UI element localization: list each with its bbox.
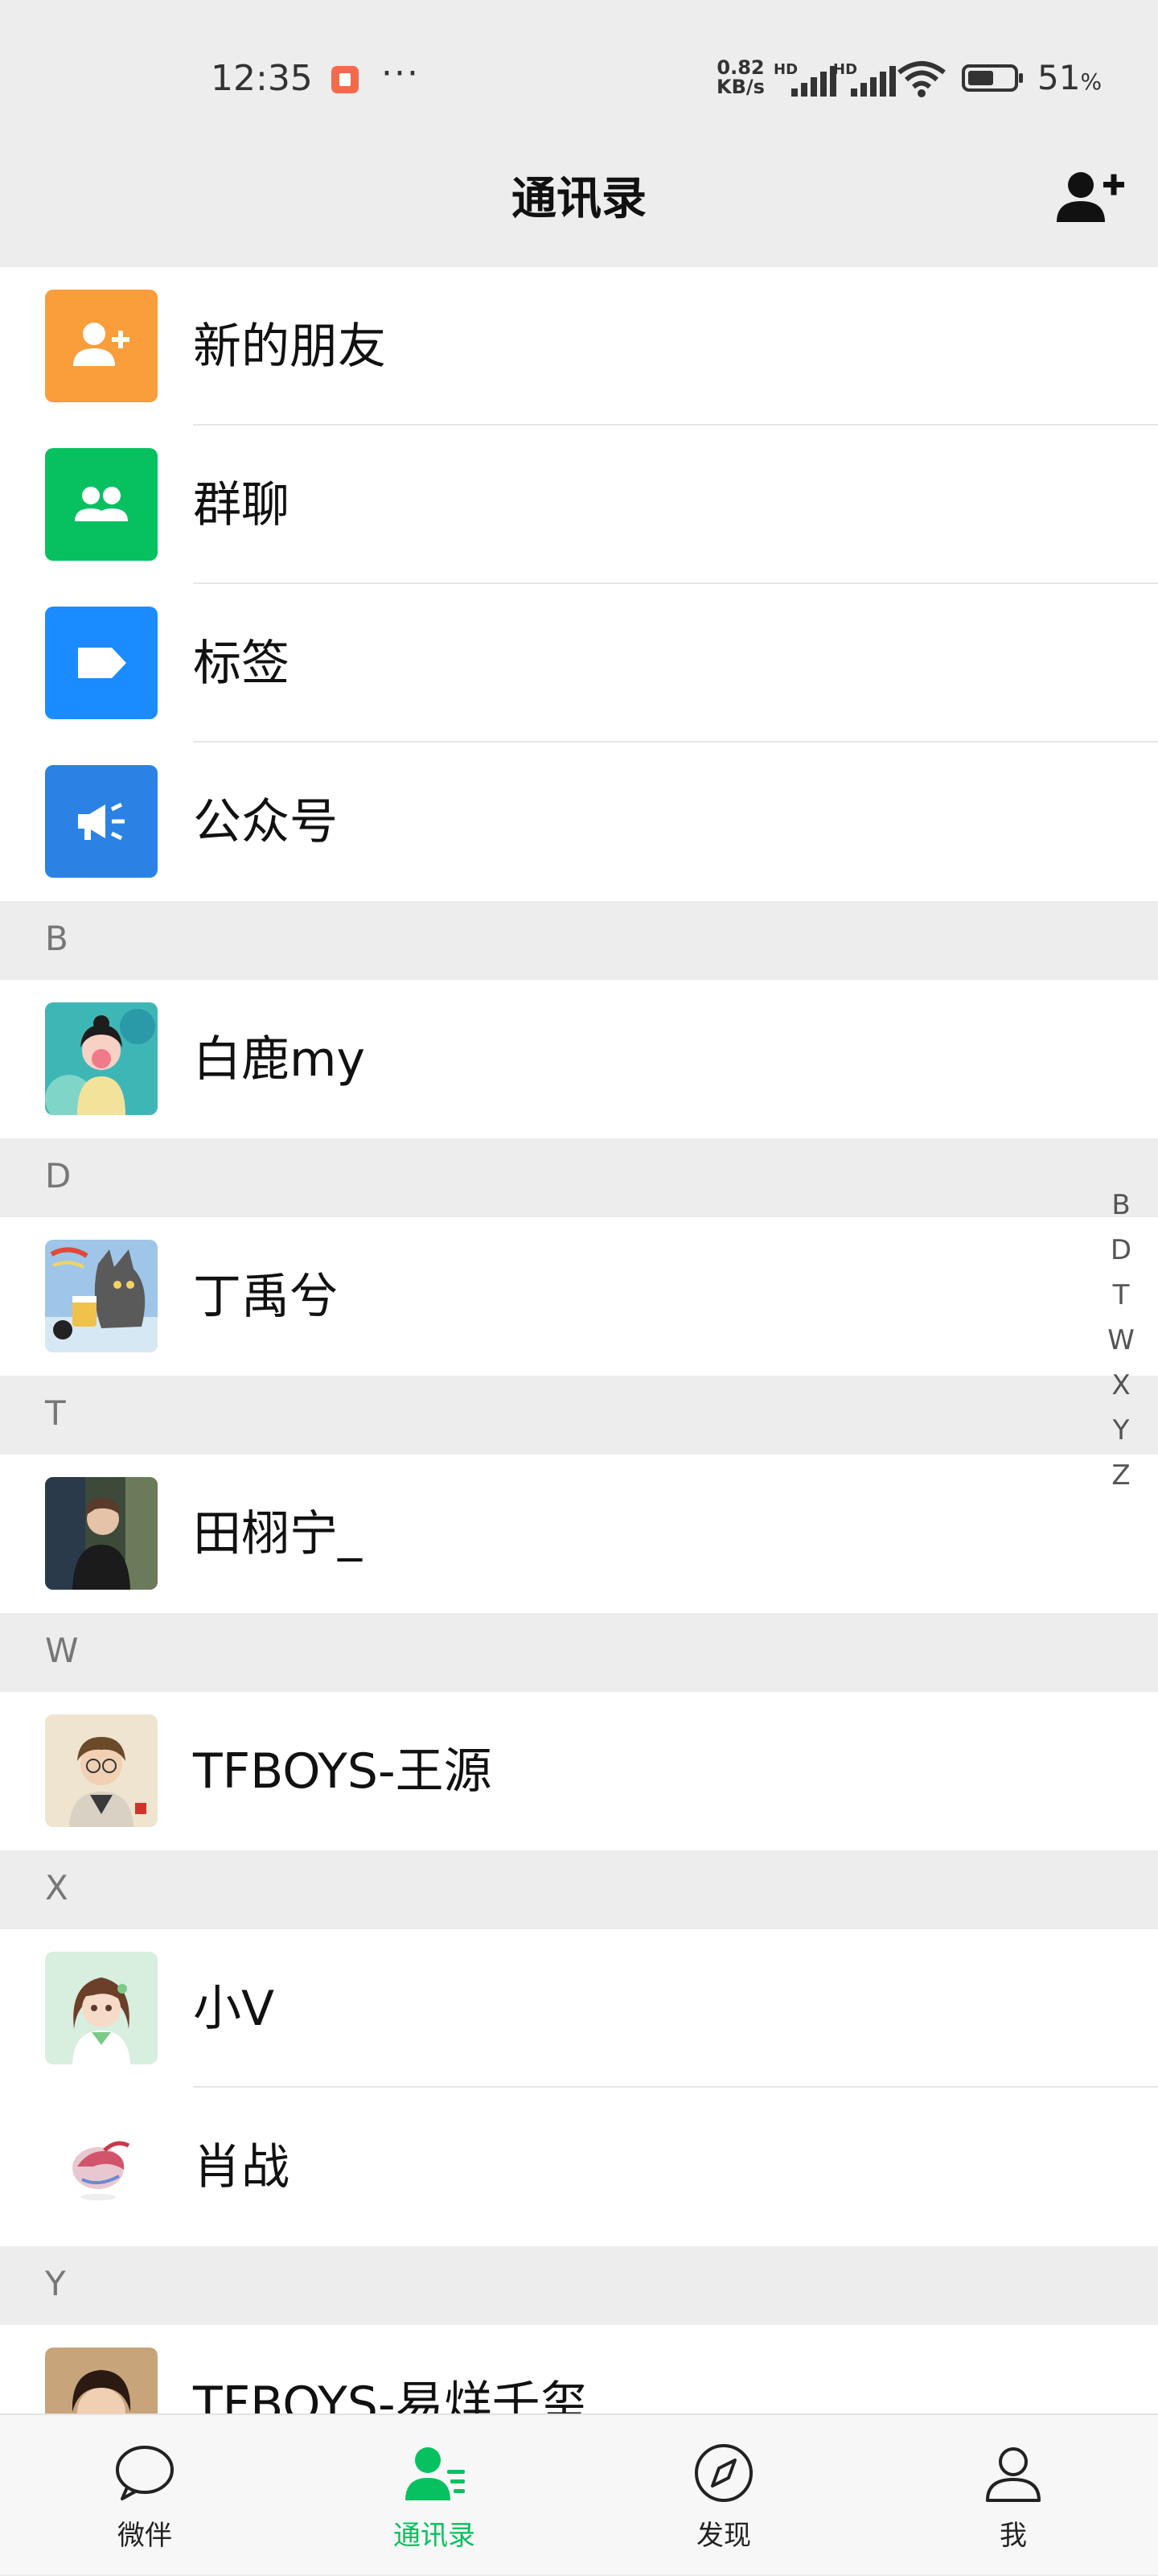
battery-percent: 51% — [1037, 58, 1103, 97]
contact-name: 肖战 — [193, 2139, 290, 2195]
feature-label: 新的朋友 — [193, 319, 386, 375]
contact-name: 白鹿my — [193, 1031, 365, 1088]
compass-icon — [695, 2444, 753, 2502]
network-speed-value: 0.82 — [717, 56, 765, 79]
section-header-x: X — [0, 1850, 1158, 1929]
contact-row[interactable]: 小V — [0, 1929, 1158, 2088]
feature-new-friends[interactable]: 新的朋友 — [0, 267, 1158, 426]
section-header-w: W — [0, 1613, 1158, 1692]
contact-row[interactable]: 肖战 — [0, 2088, 1158, 2246]
signal-icon-2: HD — [833, 61, 896, 97]
section-header-d: D — [0, 1138, 1158, 1217]
status-bar: 12:35 ··· 0.82 KB/s HD HD 51% — [0, 0, 1158, 137]
contact-name: 小V — [193, 1981, 275, 2037]
contact-name: 丁禹兮 — [193, 1269, 338, 1325]
avatar — [45, 1477, 158, 1590]
tab-me[interactable]: 我 — [868, 2415, 1158, 2576]
add-contact-button[interactable] — [1050, 159, 1127, 237]
network-speed: 0.82 KB/s — [714, 58, 767, 97]
index-letter-y[interactable]: Y — [1102, 1408, 1140, 1453]
index-letter-w[interactable]: W — [1102, 1318, 1140, 1363]
tab-label: 微伴 — [117, 2520, 172, 2552]
feature-label: 群聊 — [193, 477, 290, 533]
add-user-icon — [1057, 172, 1124, 222]
index-letter-d[interactable]: D — [1102, 1228, 1140, 1273]
contact-list: 新的朋友 群聊 标签 公众号 B 白鹿my D 丁禹兮 T 田栩宁_ W TFB… — [0, 267, 1158, 2483]
signal-icon: HD — [774, 61, 836, 97]
feature-official-accounts[interactable]: 公众号 — [0, 743, 1158, 901]
avatar — [45, 1952, 158, 2064]
page-header: 通讯录 — [0, 137, 1158, 267]
bottom-tab-bar: 微伴 通讯录 发现 我 — [0, 2413, 1158, 2574]
contact-name: 田栩宁_ — [193, 1506, 362, 1562]
tab-contacts[interactable]: 通讯录 — [290, 2415, 579, 2576]
avatar — [45, 1002, 158, 1115]
new-friend-icon — [45, 290, 158, 402]
tag-icon — [45, 607, 158, 719]
contact-row[interactable]: 田栩宁_ — [0, 1455, 1158, 1613]
chat-bubble-icon — [116, 2446, 174, 2500]
index-letter-x[interactable]: X — [1102, 1363, 1140, 1408]
section-header-b: B — [0, 901, 1158, 980]
tab-chats[interactable]: 微伴 — [0, 2415, 290, 2576]
index-letter-z[interactable]: Z — [1102, 1453, 1140, 1498]
status-time: 12:35 — [211, 58, 313, 99]
section-header-y: Y — [0, 2246, 1158, 2325]
network-speed-unit: KB/s — [717, 76, 765, 98]
tab-label: 发现 — [696, 2520, 751, 2552]
avatar — [45, 2110, 158, 2223]
contact-row[interactable]: 白鹿my — [0, 980, 1158, 1138]
contacts-icon — [405, 2447, 465, 2500]
battery-icon — [962, 64, 1023, 92]
page-title: 通讯录 — [511, 173, 647, 225]
tab-discover[interactable]: 发现 — [579, 2415, 868, 2576]
official-account-icon — [45, 765, 158, 878]
feature-group-chats[interactable]: 群聊 — [0, 426, 1158, 584]
contact-row[interactable]: 丁禹兮 — [0, 1217, 1158, 1376]
more-notifications-icon: ··· — [381, 53, 420, 94]
tab-label: 通讯录 — [393, 2520, 475, 2552]
index-letter-b[interactable]: B — [1102, 1183, 1140, 1228]
group-chat-icon — [45, 448, 158, 561]
tab-label: 我 — [1000, 2520, 1027, 2552]
feature-tags[interactable]: 标签 — [0, 584, 1158, 743]
alphabet-index[interactable]: B D T W X Y Z — [1102, 1183, 1140, 1498]
avatar — [45, 1240, 158, 1352]
section-header-t: T — [0, 1376, 1158, 1455]
wifi-icon — [897, 61, 946, 97]
profile-icon — [986, 2447, 1041, 2502]
app-notification-icon — [331, 66, 359, 93]
feature-label: 公众号 — [193, 794, 338, 850]
avatar — [45, 1714, 158, 1827]
index-letter-t[interactable]: T — [1102, 1273, 1140, 1318]
contact-row[interactable]: TFBOYS-王源 — [0, 1692, 1158, 1850]
feature-label: 标签 — [193, 636, 290, 692]
contact-name: TFBOYS-王源 — [193, 1743, 492, 1800]
